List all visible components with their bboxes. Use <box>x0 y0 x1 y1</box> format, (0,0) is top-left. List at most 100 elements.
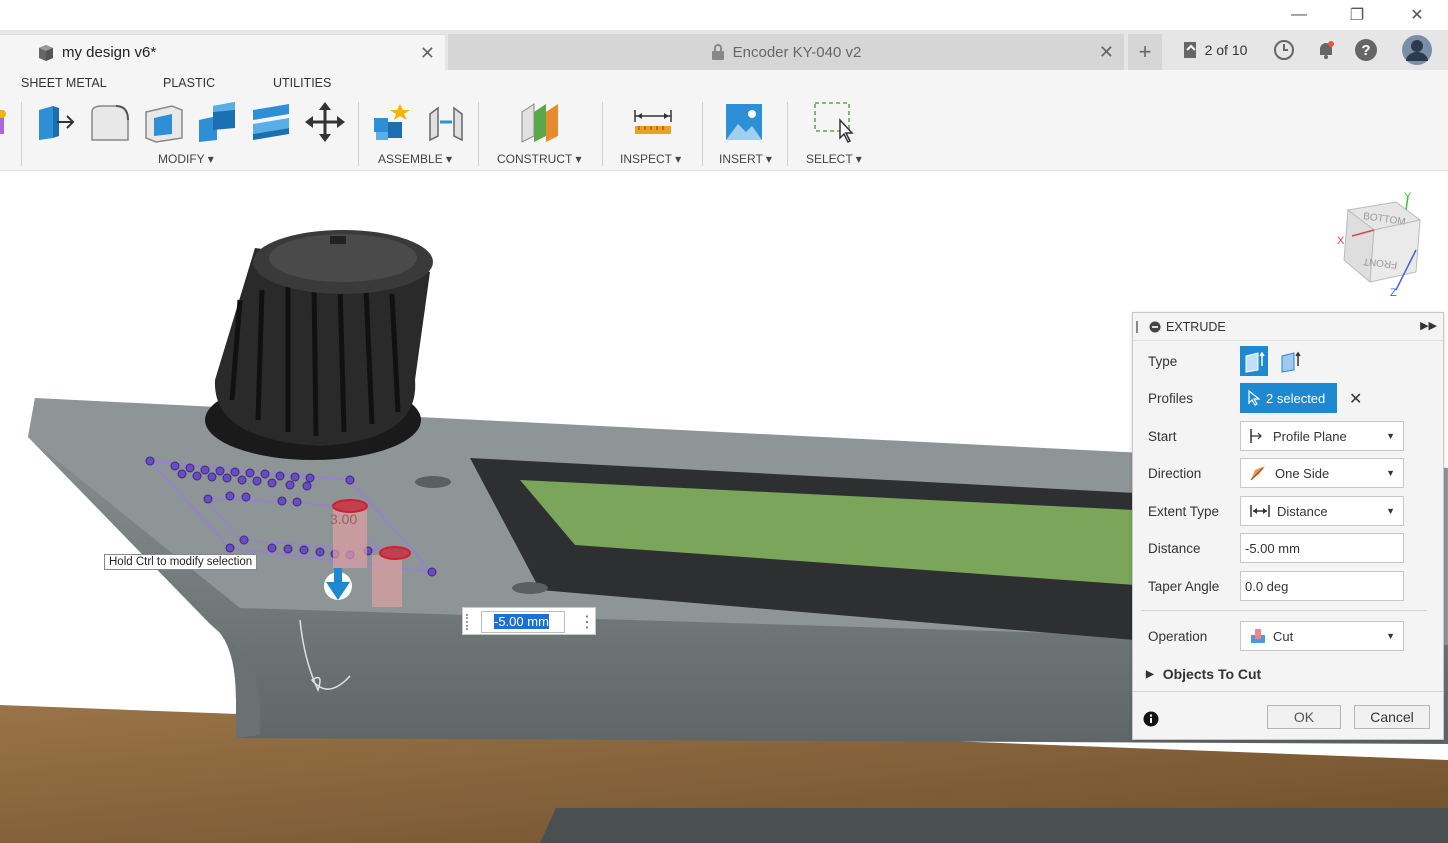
profiles-selection-button[interactable]: 2 selected <box>1240 383 1337 413</box>
type-solid-button[interactable] <box>1240 346 1268 376</box>
direction-label: Direction <box>1148 466 1202 481</box>
dropdown-arrow-icon: ▼ <box>1386 468 1395 478</box>
close-window-button[interactable]: ✕ <box>1394 0 1440 30</box>
ribbon-separator <box>21 102 22 166</box>
shell-icon[interactable] <box>142 100 186 144</box>
select-box-icon[interactable] <box>812 100 856 144</box>
measure-icon[interactable] <box>631 100 675 144</box>
tab-my-design[interactable]: my design v6* ✕ <box>0 34 445 70</box>
mounting-hole <box>512 582 548 594</box>
direction-value: One Side <box>1275 465 1330 481</box>
notifications-icon[interactable] <box>1312 30 1340 70</box>
start-value: Profile Plane <box>1273 428 1347 444</box>
objects-to-cut-label: Objects To Cut <box>1162 666 1262 682</box>
expand-panel-icon[interactable]: ▶▶ <box>1420 319 1437 332</box>
expand-arrow-icon: ▶ <box>1146 668 1154 680</box>
divider <box>1133 691 1443 692</box>
drag-handle-icon[interactable] <box>1136 321 1138 333</box>
profiles-value: 2 selected <box>1266 390 1326 406</box>
job-count: 2 of 10 <box>1204 42 1248 58</box>
start-dropdown[interactable]: Profile Plane ▼ <box>1240 421 1404 451</box>
objects-to-cut-section[interactable]: ▶ Objects To Cut <box>1146 666 1261 682</box>
solid-extrude-icon <box>1245 351 1265 373</box>
distance-icon <box>1250 505 1270 517</box>
offset-plane-icon[interactable] <box>518 100 562 144</box>
restore-button[interactable]: ❐ <box>1334 0 1380 30</box>
operation-dropdown[interactable]: Cut ▼ <box>1240 621 1404 651</box>
operation-label: Operation <box>1148 629 1208 644</box>
direction-dropdown[interactable]: One Side ▼ <box>1240 458 1404 488</box>
selection-tooltip: Hold Ctrl to modify selection <box>104 554 258 570</box>
taper-angle-value: 0.0 deg <box>1245 578 1289 594</box>
ribbon-separator <box>787 102 788 166</box>
minimize-button[interactable]: — <box>1276 0 1322 30</box>
extent-type-value: Distance <box>1277 503 1328 519</box>
drag-handle-icon[interactable] <box>466 614 470 630</box>
close-tab-icon[interactable]: ✕ <box>420 43 435 64</box>
dropdown-arrow-icon: ▼ <box>1386 631 1395 641</box>
fillet-icon[interactable] <box>88 100 132 144</box>
cancel-button[interactable]: Cancel <box>1354 705 1430 729</box>
insert-image-icon[interactable] <box>722 100 766 144</box>
taper-angle-label: Taper Angle <box>1148 579 1220 594</box>
x-axis-label: X <box>1337 235 1345 247</box>
info-icon[interactable] <box>1143 711 1159 727</box>
extrude-dialog: EXTRUDE ▶▶ Type Profiles 2 selected ✕ St… <box>1132 312 1444 740</box>
new-component-icon[interactable] <box>370 100 414 144</box>
modify-menu[interactable]: MODIFY ▾ <box>158 152 214 166</box>
close-tab-icon[interactable]: ✕ <box>1099 42 1114 63</box>
select-menu[interactable]: SELECT ▾ <box>806 152 862 166</box>
clock-icon[interactable] <box>1270 30 1298 70</box>
tab-sheet-metal[interactable]: SHEET METAL <box>21 76 107 90</box>
viewcube[interactable]: BOTTOM FRONT X Y Z <box>1334 190 1430 300</box>
job-status[interactable]: 2 of 10 <box>1172 30 1256 70</box>
offset-face-icon[interactable] <box>249 100 293 144</box>
distance-input-field[interactable]: -5.00 mm <box>481 611 565 633</box>
create-tool-icon[interactable] <box>0 100 8 144</box>
tab-label: Encoder KY-040 v2 <box>732 43 862 61</box>
selected-profile[interactable] <box>379 546 411 560</box>
svg-text:?: ? <box>1361 42 1370 59</box>
press-pull-icon[interactable] <box>33 100 77 144</box>
one-side-icon <box>1250 466 1265 481</box>
insert-menu[interactable]: INSERT ▾ <box>719 152 772 166</box>
assemble-menu[interactable]: ASSEMBLE ▾ <box>378 152 452 166</box>
start-label: Start <box>1148 429 1177 444</box>
ribbon-separator <box>478 102 479 166</box>
cut-icon <box>1251 629 1265 643</box>
profile-plane-icon <box>1250 429 1262 443</box>
distance-input-value: -5.00 mm <box>494 614 549 629</box>
extrude-dialog-header[interactable]: EXTRUDE ▶▶ <box>1133 313 1443 341</box>
lower-bracket <box>540 808 1448 843</box>
avatar[interactable] <box>1400 30 1434 70</box>
clear-selection-icon[interactable]: ✕ <box>1349 389 1362 409</box>
dropdown-arrow-icon: ▼ <box>1386 506 1395 516</box>
ribbon-separator <box>702 102 703 166</box>
move-icon[interactable] <box>303 100 347 144</box>
collapse-icon[interactable] <box>1149 321 1161 333</box>
thin-extrude-icon <box>1281 351 1301 373</box>
tab-encoder[interactable]: Encoder KY-040 v2 ✕ <box>448 34 1124 70</box>
lock-icon <box>711 44 724 60</box>
distance-field[interactable]: -5.00 mm <box>1240 533 1404 563</box>
type-thin-button[interactable] <box>1276 346 1304 376</box>
inspect-menu[interactable]: INSPECT ▾ <box>620 152 681 166</box>
distance-label: Distance <box>1148 541 1201 556</box>
ribbon-separator <box>602 102 603 166</box>
construct-menu[interactable]: CONSTRUCT ▾ <box>497 152 581 166</box>
extent-type-dropdown[interactable]: Distance ▼ <box>1240 496 1404 526</box>
new-tab-button[interactable]: + <box>1128 34 1162 70</box>
help-icon[interactable]: ? <box>1352 30 1380 70</box>
combine-icon[interactable] <box>195 100 239 144</box>
sketch-dimension: 3.00 <box>330 511 357 527</box>
distance-value: -5.00 mm <box>1245 540 1300 556</box>
operation-value: Cut <box>1273 628 1294 644</box>
tab-plastic[interactable]: PLASTIC <box>163 76 215 90</box>
more-options-icon[interactable]: ⋮ <box>579 612 595 632</box>
ok-button[interactable]: OK <box>1267 705 1341 729</box>
joint-icon[interactable] <box>424 100 468 144</box>
y-axis-label: Y <box>1404 191 1412 203</box>
taper-angle-field[interactable]: 0.0 deg <box>1240 571 1404 601</box>
distance-manipulator[interactable]: -5.00 mm ⋮ <box>462 607 596 635</box>
tab-utilities[interactable]: UTILITIES <box>273 76 331 90</box>
